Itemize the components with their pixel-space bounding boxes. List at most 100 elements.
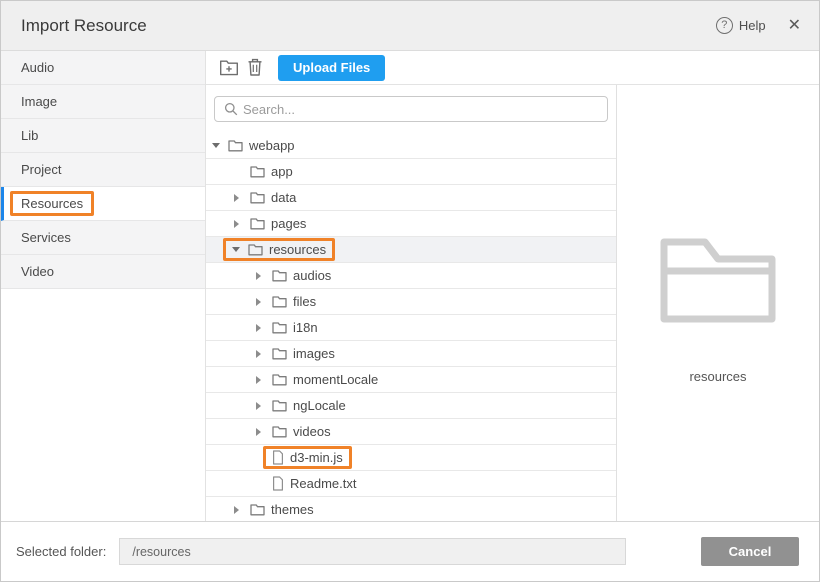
folder-icon bbox=[250, 217, 265, 230]
tree-item-videos[interactable]: videos bbox=[206, 419, 616, 445]
cancel-button[interactable]: Cancel bbox=[701, 537, 799, 566]
tree-item-label: themes bbox=[271, 502, 314, 517]
tree-item-app[interactable]: app bbox=[206, 159, 616, 185]
tree-item-pages[interactable]: pages bbox=[206, 211, 616, 237]
close-icon[interactable]: ✕ bbox=[788, 18, 801, 34]
folder-icon bbox=[272, 399, 287, 412]
folder-icon-wrap bbox=[272, 399, 287, 412]
folder-icon bbox=[248, 243, 263, 256]
folder-icon-wrap bbox=[250, 503, 265, 516]
category-sidebar: Audio Image Lib Project Resources Services Vid… bbox=[1, 51, 206, 521]
arrow-right-icon[interactable] bbox=[256, 376, 272, 384]
arrow-right-icon[interactable] bbox=[234, 506, 250, 514]
search-section bbox=[206, 85, 616, 133]
sidebar-item-video[interactable]: Video bbox=[1, 255, 205, 289]
dialog-footer: Selected folder: Cancel bbox=[1, 521, 819, 581]
file-tree: webapp app data pages resources audios files i1… bbox=[206, 133, 616, 521]
tree-item-ngLocale[interactable]: ngLocale bbox=[206, 393, 616, 419]
sidebar-item-audio[interactable]: Audio bbox=[1, 51, 205, 85]
sidebar-item-label: Lib bbox=[21, 128, 38, 143]
folder-icon bbox=[250, 165, 265, 178]
arrow-right-icon[interactable] bbox=[256, 298, 272, 306]
file-icon bbox=[272, 450, 284, 465]
tree-item-label: app bbox=[271, 164, 293, 179]
folder-icon bbox=[272, 295, 287, 308]
header-actions: ? Help ✕ bbox=[716, 17, 801, 34]
arrow-right-icon[interactable] bbox=[256, 324, 272, 332]
annotation-box: d3-min.js bbox=[263, 446, 352, 469]
import-resource-dialog: Import Resource ? Help ✕ Audio Image Lib Pr… bbox=[0, 0, 820, 582]
tree-item-label: pages bbox=[271, 216, 306, 231]
arrow-down-icon[interactable] bbox=[212, 143, 228, 148]
preview-folder-name: resources bbox=[689, 369, 746, 384]
folder-icon-wrap bbox=[250, 165, 265, 178]
tree-item-images[interactable]: images bbox=[206, 341, 616, 367]
help-button[interactable]: ? Help bbox=[716, 17, 766, 34]
file-icon-wrap bbox=[272, 450, 284, 465]
tree-item-label: videos bbox=[293, 424, 331, 439]
tree-item-label: resources bbox=[269, 242, 326, 257]
tree-item-data[interactable]: data bbox=[206, 185, 616, 211]
triangle-glyph bbox=[234, 506, 239, 514]
tree-item-label: ngLocale bbox=[293, 398, 346, 413]
sidebar-item-lib[interactable]: Lib bbox=[1, 119, 205, 153]
new-folder-button[interactable] bbox=[216, 55, 242, 81]
folder-icon-wrap bbox=[250, 191, 265, 204]
sidebar-item-image[interactable]: Image bbox=[1, 85, 205, 119]
arrow-right-icon[interactable] bbox=[256, 402, 272, 410]
triangle-glyph bbox=[256, 376, 261, 384]
tree-item-d3-min.js[interactable]: d3-min.js bbox=[206, 445, 616, 471]
arrow-right-icon[interactable] bbox=[256, 272, 272, 280]
triangle-glyph bbox=[256, 324, 261, 332]
tree-item-webapp[interactable]: webapp bbox=[206, 133, 616, 159]
file-tree-panel: webapp app data pages resources audios files i1… bbox=[206, 85, 617, 521]
folder-icon bbox=[272, 321, 287, 334]
selected-folder-label: Selected folder: bbox=[16, 544, 106, 559]
selected-folder-input[interactable] bbox=[119, 538, 626, 565]
sidebar-item-label: Services bbox=[21, 230, 71, 245]
arrow-right-icon[interactable] bbox=[256, 428, 272, 436]
sidebar-item-project[interactable]: Project bbox=[1, 153, 205, 187]
dialog-header: Import Resource ? Help ✕ bbox=[1, 1, 819, 51]
tree-item-momentLocale[interactable]: momentLocale bbox=[206, 367, 616, 393]
folder-icon-wrap bbox=[272, 321, 287, 334]
sidebar-item-label: Project bbox=[21, 162, 61, 177]
new-folder-icon bbox=[219, 59, 239, 77]
folder-icon-wrap bbox=[272, 295, 287, 308]
folder-outline-icon bbox=[658, 234, 778, 326]
tree-item-Readme.txt[interactable]: Readme.txt bbox=[206, 471, 616, 497]
folder-icon-wrap bbox=[272, 269, 287, 282]
triangle-glyph bbox=[256, 272, 261, 280]
file-icon bbox=[272, 476, 284, 491]
arrow-right-icon[interactable] bbox=[234, 194, 250, 202]
tree-item-i18n[interactable]: i18n bbox=[206, 315, 616, 341]
tree-item-label: i18n bbox=[293, 320, 318, 335]
tree-item-files[interactable]: files bbox=[206, 289, 616, 315]
folder-icon-wrap bbox=[272, 425, 287, 438]
tree-item-audios[interactable]: audios bbox=[206, 263, 616, 289]
folder-icon bbox=[272, 373, 287, 386]
sidebar-item-services[interactable]: Services bbox=[1, 221, 205, 255]
folder-icon-wrap bbox=[272, 347, 287, 360]
preview-panel: resources bbox=[617, 85, 819, 521]
tree-item-label: images bbox=[293, 346, 335, 361]
search-input[interactable] bbox=[214, 96, 608, 122]
arrow-right-icon[interactable] bbox=[234, 220, 250, 228]
folder-icon bbox=[272, 269, 287, 282]
tree-item-label: momentLocale bbox=[293, 372, 378, 387]
tree-item-themes[interactable]: themes bbox=[206, 497, 616, 521]
arrow-down-icon[interactable] bbox=[232, 247, 248, 252]
folder-icon bbox=[228, 139, 243, 152]
arrow-right-icon[interactable] bbox=[256, 350, 272, 358]
tree-item-resources[interactable]: resources bbox=[206, 237, 616, 263]
triangle-glyph bbox=[212, 143, 220, 148]
sidebar-item-label: Video bbox=[21, 264, 54, 279]
tree-item-label: audios bbox=[293, 268, 331, 283]
annotation-box: Resources bbox=[10, 191, 94, 216]
triangle-glyph bbox=[234, 220, 239, 228]
delete-button[interactable] bbox=[242, 55, 268, 81]
tree-item-label: Readme.txt bbox=[290, 476, 356, 491]
sidebar-item-resources[interactable]: Resources bbox=[1, 187, 205, 221]
sidebar-item-label: Image bbox=[21, 94, 57, 109]
upload-files-button[interactable]: Upload Files bbox=[278, 55, 385, 81]
